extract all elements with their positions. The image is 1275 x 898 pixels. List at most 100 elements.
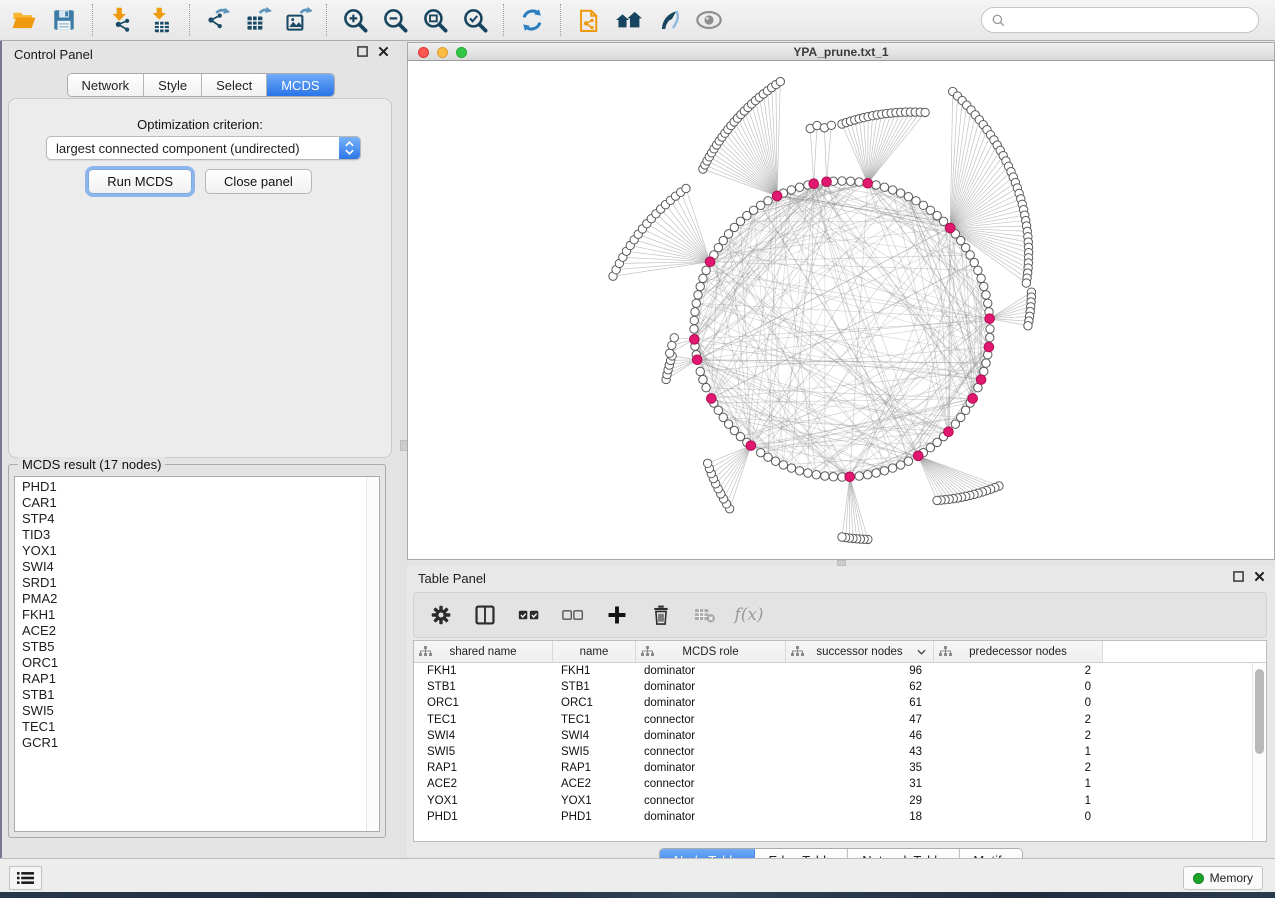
node-table[interactable]: shared namenameMCDS rolesuccessor nodesp… — [413, 640, 1267, 842]
table-row[interactable]: YOX1YOX1connector291 — [414, 793, 1253, 809]
show-all-networks-button[interactable] — [609, 2, 649, 38]
new-network-from-selection-button[interactable] — [569, 2, 609, 38]
zoom-out-icon — [382, 7, 409, 34]
tab-select[interactable]: Select — [202, 74, 267, 96]
table-scrollbar[interactable] — [1252, 663, 1266, 841]
zoom-fit-button[interactable] — [415, 2, 455, 38]
show-columns-button[interactable] — [472, 602, 498, 628]
export-table-button[interactable] — [238, 2, 278, 38]
show-panels-button[interactable] — [9, 866, 42, 890]
table-cell: 29 — [786, 793, 934, 809]
minimize-window-button[interactable] — [437, 47, 448, 58]
table-row[interactable]: PHD1PHD1dominator180 — [414, 809, 1253, 825]
select-all-button[interactable] — [516, 602, 542, 628]
close-panel-icon[interactable] — [378, 46, 389, 57]
column-header-name[interactable]: name — [553, 641, 636, 662]
table-row[interactable]: FKH1FKH1dominator962 — [414, 663, 1253, 679]
mcds-result-item[interactable]: STB5 — [15, 639, 367, 655]
mcds-result-item[interactable]: ACE2 — [15, 623, 367, 639]
table-settings-button[interactable] — [428, 602, 454, 628]
run-mcds-button[interactable]: Run MCDS — [88, 169, 192, 194]
table-row[interactable]: ORC1ORC1dominator610 — [414, 695, 1253, 711]
open-session-button[interactable] — [4, 2, 44, 38]
mcds-result-item[interactable]: TEC1 — [15, 719, 367, 735]
delete-column-button[interactable] — [648, 602, 674, 628]
search-box[interactable] — [981, 7, 1259, 33]
vertical-splitter[interactable] — [399, 41, 407, 858]
application-window: Control Panel NetworkStyleSelectMCDS Opt… — [0, 0, 1275, 898]
zoom-selected-button[interactable] — [455, 2, 495, 38]
save-session-button[interactable] — [44, 2, 84, 38]
export-network-icon — [204, 6, 232, 34]
table-cell: 18 — [786, 809, 934, 825]
show-graphics-details-button[interactable] — [649, 2, 689, 38]
network-canvas[interactable] — [407, 61, 1275, 560]
table-cell: ACE2 — [414, 776, 553, 792]
mcds-result-item[interactable]: GCR1 — [15, 735, 367, 751]
list-scrollbar[interactable] — [366, 477, 379, 831]
tab-network[interactable]: Network — [67, 74, 144, 96]
close-window-button[interactable] — [418, 47, 429, 58]
import-network-button[interactable] — [101, 2, 141, 38]
table-row[interactable]: ACE2ACE2connector311 — [414, 776, 1253, 792]
export-image-button[interactable] — [278, 2, 318, 38]
memory-button[interactable]: Memory — [1183, 866, 1263, 890]
tab-style[interactable]: Style — [144, 74, 202, 96]
mcds-result-item[interactable]: FKH1 — [15, 607, 367, 623]
delete-table-button-disabled — [692, 602, 718, 628]
mcds-result-item[interactable]: PMA2 — [15, 591, 367, 607]
optimization-criterion-label: Optimization criterion: — [9, 117, 391, 132]
show-hide-panel-button[interactable] — [689, 2, 729, 38]
import-table-icon — [147, 6, 175, 34]
float-panel-icon[interactable] — [1233, 571, 1244, 582]
criterion-dropdown[interactable]: largest connected component (undirected) — [46, 136, 361, 160]
mcds-result-list[interactable]: PHD1CAR1STP4TID3YOX1SWI4SRD1PMA2FKH1ACE2… — [14, 476, 380, 832]
scrollbar-thumb[interactable] — [1255, 669, 1264, 754]
zoom-in-icon — [342, 7, 369, 34]
mcds-result-item[interactable]: RAP1 — [15, 671, 367, 687]
mcds-result-item[interactable]: SWI5 — [15, 703, 367, 719]
float-panel-icon[interactable] — [357, 46, 368, 57]
close-panel-icon[interactable] — [1254, 571, 1265, 582]
maximize-window-button[interactable] — [456, 47, 467, 58]
mcds-result-item[interactable]: TID3 — [15, 527, 367, 543]
zoom-out-button[interactable] — [375, 2, 415, 38]
columns-icon — [474, 604, 496, 626]
network-window-titlebar[interactable]: YPA_prune.txt_1 — [407, 42, 1275, 61]
column-header-mcds-role[interactable]: MCDS role — [636, 641, 786, 662]
tab-mcds[interactable]: MCDS — [267, 74, 333, 96]
import-table-button[interactable] — [141, 2, 181, 38]
mcds-result-item[interactable]: STP4 — [15, 511, 367, 527]
table-row[interactable]: SWI5SWI5connector431 — [414, 744, 1253, 760]
apply-layout-button[interactable] — [512, 2, 552, 38]
mcds-result-item[interactable]: SRD1 — [15, 575, 367, 591]
column-header-predecessor-nodes[interactable]: predecessor nodes — [934, 641, 1103, 662]
deselect-all-button[interactable] — [560, 602, 586, 628]
mcds-result-item[interactable]: CAR1 — [15, 495, 367, 511]
column-header-successor-nodes[interactable]: successor nodes — [786, 641, 934, 662]
mcds-result-item[interactable]: YOX1 — [15, 543, 367, 559]
search-input[interactable] — [1006, 9, 1258, 31]
add-column-button[interactable] — [604, 602, 630, 628]
checked-boxes-icon — [517, 604, 541, 626]
mcds-result-item[interactable]: SWI4 — [15, 559, 367, 575]
column-header-shared-name[interactable]: shared name — [414, 641, 553, 662]
table-cell: SWI5 — [553, 744, 636, 760]
save-icon — [51, 7, 77, 33]
list-icon — [17, 871, 34, 885]
zoom-in-button[interactable] — [335, 2, 375, 38]
control-panel-title: Control Panel — [14, 47, 93, 62]
zoom-selected-icon — [462, 7, 489, 34]
table-row[interactable]: STB1STB1dominator620 — [414, 679, 1253, 695]
table-row[interactable]: TEC1TEC1connector472 — [414, 712, 1253, 728]
table-cell: 31 — [786, 776, 934, 792]
table-row[interactable]: RAP1RAP1dominator352 — [414, 760, 1253, 776]
mcds-result-item[interactable]: ORC1 — [15, 655, 367, 671]
table-cell: YOX1 — [414, 793, 553, 809]
table-cell: 46 — [786, 728, 934, 744]
close-panel-button[interactable]: Close panel — [205, 169, 312, 194]
mcds-result-item[interactable]: STB1 — [15, 687, 367, 703]
table-row[interactable]: SWI4SWI4dominator462 — [414, 728, 1253, 744]
export-network-button[interactable] — [198, 2, 238, 38]
mcds-result-item[interactable]: PHD1 — [15, 479, 367, 495]
